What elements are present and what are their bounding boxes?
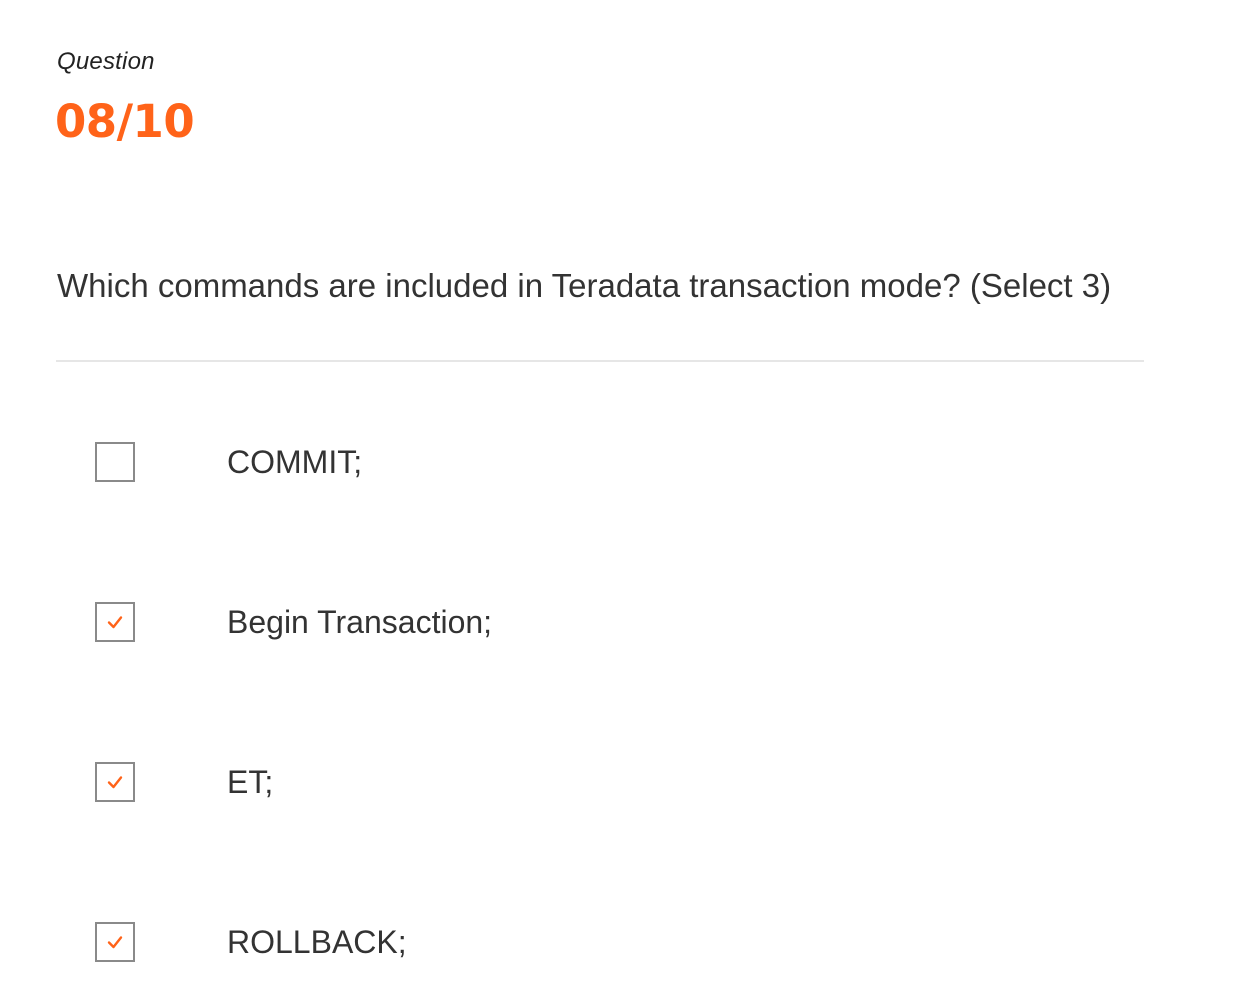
option-label: ROLLBACK; bbox=[227, 924, 407, 960]
answer-options: COMMIT; Begin Transaction; ET; ROLLBACK; bbox=[0, 0, 1247, 1000]
option-checkbox[interactable] bbox=[95, 442, 135, 482]
option-label: Begin Transaction; bbox=[227, 604, 493, 640]
option-checkbox[interactable] bbox=[95, 762, 135, 802]
option-begin-transaction[interactable]: Begin Transaction; bbox=[95, 600, 1145, 644]
check-icon bbox=[107, 616, 123, 629]
option-commit[interactable]: COMMIT; bbox=[95, 440, 1145, 484]
check-icon bbox=[107, 776, 123, 789]
option-label: ET; bbox=[227, 764, 274, 800]
check-icon bbox=[107, 936, 123, 949]
option-checkbox[interactable] bbox=[95, 922, 135, 962]
option-label: COMMIT; bbox=[227, 444, 363, 480]
option-rollback[interactable]: ROLLBACK; bbox=[95, 920, 1145, 964]
option-checkbox[interactable] bbox=[95, 602, 135, 642]
option-et[interactable]: ET; bbox=[95, 760, 1145, 804]
